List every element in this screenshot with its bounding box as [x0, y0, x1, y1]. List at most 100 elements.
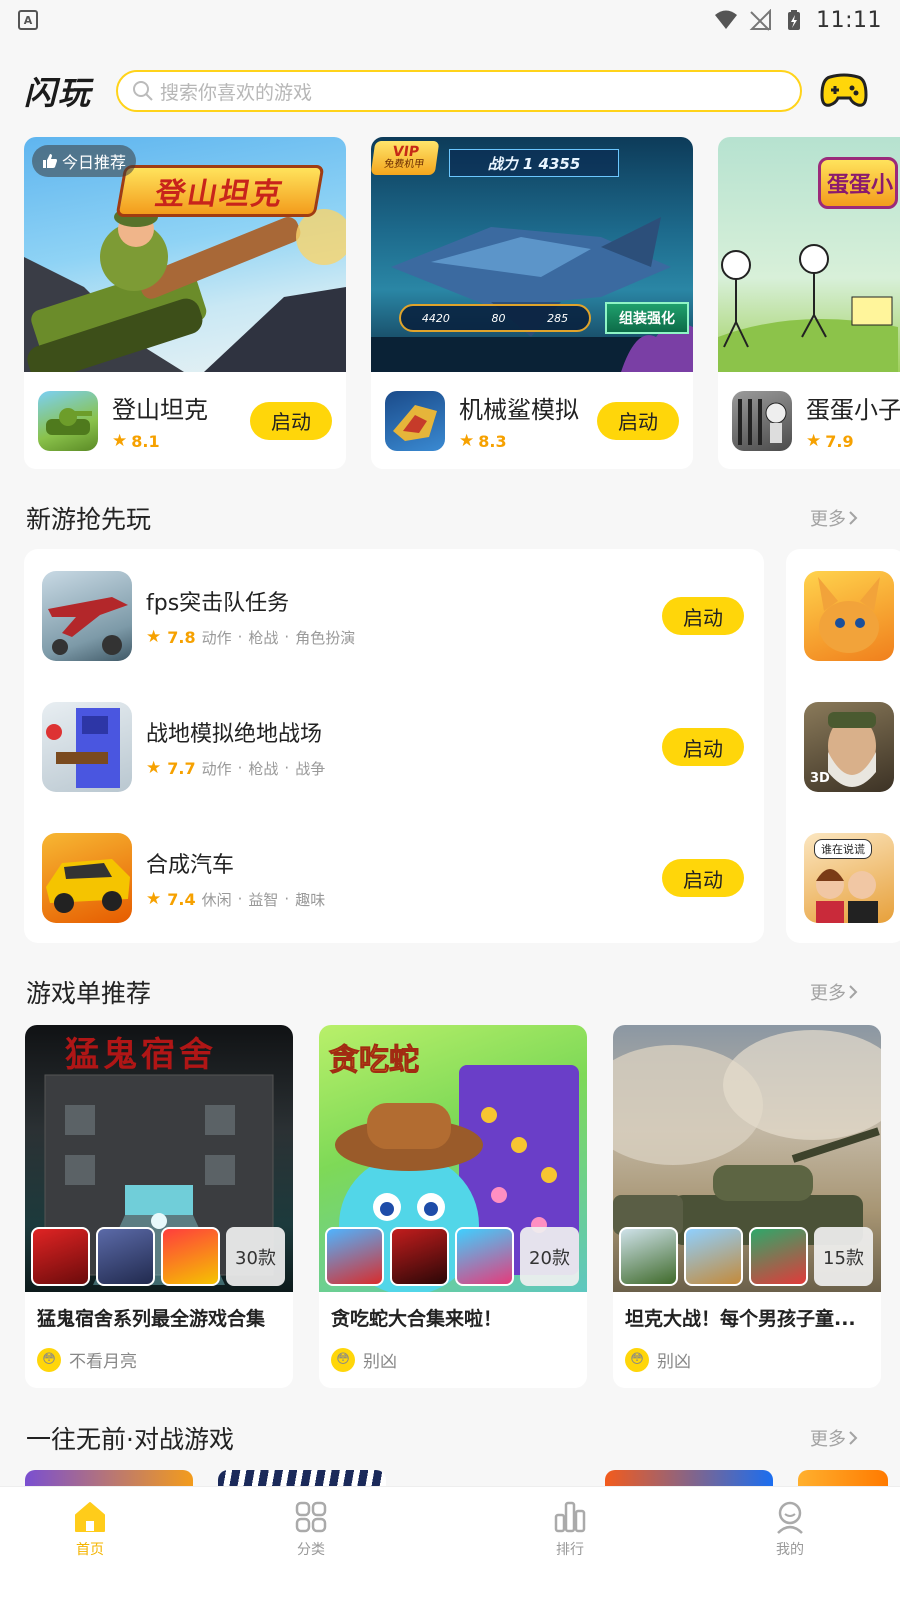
game-title-art: 登山坦克 [115, 165, 325, 217]
game-name: fps突击队任务 [146, 590, 290, 616]
collections-header: 游戏单推荐 更多 [26, 974, 858, 1010]
game-thumbnail [31, 1227, 90, 1286]
power-banner: 战力 1 4355 [449, 149, 619, 177]
featured-cover-image: VIP 免费机甲 战力 1 4355 4420 80 285 组装强化 [371, 137, 693, 372]
game-icon: 谁在说谎 [804, 833, 894, 923]
more-link[interactable]: 更多 [810, 505, 858, 531]
new-games-header: 新游抢先玩 更多 [26, 500, 858, 536]
collection-card[interactable]: 猛鬼宿舍 30款 猛鬼宿舍系列最全游戏合集 😳 不看月亮 [25, 1025, 293, 1388]
tab-category[interactable]: 分类 [271, 1499, 351, 1559]
tab-label: 分类 [297, 1542, 325, 1558]
list-item[interactable]: fps突击队任务 ★ 7.8 动作 · 枪战 · 角色扮演 启动 [42, 571, 744, 661]
search-placeholder: 搜索你喜欢的游戏 [160, 81, 313, 104]
chevron-right-icon [849, 1431, 858, 1445]
collection-title: 坦克大战！每个男孩子童... [625, 1308, 856, 1330]
collection-card[interactable]: 贪吃蛇 20款 贪吃蛇大合集来啦！ 😳 别凶 [319, 1025, 587, 1388]
more-link[interactable]: 更多 [810, 1425, 858, 1451]
featured-cover-image: 蛋蛋小 [718, 137, 900, 372]
star-icon: ★ [112, 431, 128, 451]
avatar: 😳 [331, 1347, 355, 1372]
list-item[interactable]: 战地模拟绝地战场 ★ 7.7 动作 · 枪战 · 战争 启动 [42, 702, 744, 792]
game-icon [385, 390, 445, 451]
tab-mine[interactable]: 我的 [750, 1499, 830, 1559]
game-tag: 战争 [295, 759, 326, 778]
launch-button[interactable]: 启动 [597, 401, 679, 440]
launch-button[interactable]: 启动 [662, 597, 744, 635]
author-name: 别凶 [657, 1352, 691, 1372]
game-tag: 枪战 [248, 759, 279, 778]
launch-button[interactable]: 启动 [250, 401, 332, 440]
game-tag: 动作 [201, 759, 232, 778]
launch-button[interactable]: 启动 [662, 728, 744, 766]
launch-button[interactable]: 启动 [662, 859, 744, 897]
game-thumbnail [390, 1227, 449, 1286]
star-icon: ★ [146, 627, 162, 647]
game-thumbnail [325, 1227, 384, 1286]
new-games-list: fps突击队任务 ★ 7.8 动作 · 枪战 · 角色扮演 启动 战地模拟绝地战场 … [24, 549, 764, 943]
gamepad-icon[interactable] [820, 71, 868, 111]
collection-title: 贪吃蛇大合集来啦！ [331, 1308, 503, 1330]
battle-games-header: 一往无前·对战游戏 更多 [26, 1420, 858, 1456]
star-icon: ★ [806, 431, 822, 451]
author-name: 别凶 [363, 1352, 397, 1372]
game-rating: 8.3 [478, 431, 507, 451]
grid-icon [295, 1501, 327, 1533]
game-score: 7.4 [167, 889, 196, 909]
author-name: 不看月亮 [69, 1352, 137, 1372]
ranking-icon [554, 1501, 586, 1533]
chevron-right-icon [849, 511, 858, 525]
wifi-icon [715, 10, 738, 29]
game-icon [732, 390, 792, 451]
game-tag: 角色扮演 [295, 628, 356, 647]
featured-card[interactable]: 蛋蛋小 蛋蛋小子 ★ 7.9 [718, 137, 900, 469]
star-icon: ★ [146, 889, 162, 909]
game-icon [42, 833, 132, 923]
tab-home[interactable]: 首页 [50, 1499, 130, 1559]
game-count: 15款 [814, 1227, 873, 1286]
tab-label: 我的 [776, 1542, 804, 1558]
stats-bar: 4420 80 285 [399, 304, 591, 332]
assemble-cta-art: 组装强化 [605, 302, 689, 334]
star-icon: ★ [459, 431, 475, 451]
featured-card[interactable]: 登山坦克 今日推荐 登山坦克 ★ 8.1 启动 [24, 137, 346, 469]
thumbs-up-icon [43, 154, 57, 168]
search-icon [133, 81, 153, 101]
collection-cover-image: 猛鬼宿舍 30款 [25, 1025, 293, 1292]
game-rating: 7.9 [825, 431, 854, 451]
chevron-right-icon [849, 985, 858, 999]
more-link[interactable]: 更多 [810, 979, 858, 1005]
game-icon [42, 702, 132, 792]
today-recommend-badge: 今日推荐 [32, 145, 137, 177]
new-games-list-next-page[interactable]: 3D 谁在说谎 [786, 549, 900, 943]
game-count: 20款 [520, 1227, 579, 1286]
collection-title: 猛鬼宿舍系列最全游戏合集 [37, 1308, 266, 1330]
battery-charging-icon [788, 10, 801, 30]
game-icon [804, 571, 894, 661]
no-signal-icon [749, 9, 772, 31]
collection-cover-image: 贪吃蛇 20款 [319, 1025, 587, 1292]
game-name: 战地模拟绝地战场 [146, 721, 323, 747]
vip-badge: VIP 免费机甲 [371, 141, 440, 175]
game-tag: 动作 [201, 628, 232, 647]
featured-carousel[interactable]: 登山坦克 今日推荐 登山坦克 ★ 8.1 启动 VIP 免费机甲 战力 1 43… [24, 137, 900, 469]
search-input[interactable]: 搜索你喜欢的游戏 [116, 70, 802, 112]
game-thumbnail [684, 1227, 743, 1286]
section-title: 游戏单推荐 [26, 979, 152, 1008]
notification-icon: A [18, 10, 38, 30]
list-item[interactable]: 合成汽车 ★ 7.4 休闲 · 益智 · 趣味 启动 [42, 833, 744, 923]
game-icon [42, 571, 132, 661]
3d-label: 3D [810, 771, 830, 786]
game-rating: 8.1 [131, 431, 160, 451]
avatar: 😳 [625, 1347, 649, 1372]
game-thumbnail [96, 1227, 155, 1286]
tab-ranking[interactable]: 排行 [530, 1499, 610, 1559]
star-icon: ★ [146, 758, 162, 778]
collection-card[interactable]: 15款 坦克大战！每个男孩子童... 😳 别凶 [613, 1025, 881, 1388]
game-score: 7.8 [167, 627, 196, 647]
profile-icon [777, 1501, 803, 1534]
section-title: 一往无前·对战游戏 [26, 1425, 234, 1454]
section-title: 新游抢先玩 [26, 505, 152, 534]
featured-card[interactable]: VIP 免费机甲 战力 1 4355 4420 80 285 组装强化 机械鲨模拟 … [371, 137, 693, 469]
game-name: 机械鲨模拟 [459, 396, 579, 424]
game-tag: 休闲 [201, 890, 232, 909]
